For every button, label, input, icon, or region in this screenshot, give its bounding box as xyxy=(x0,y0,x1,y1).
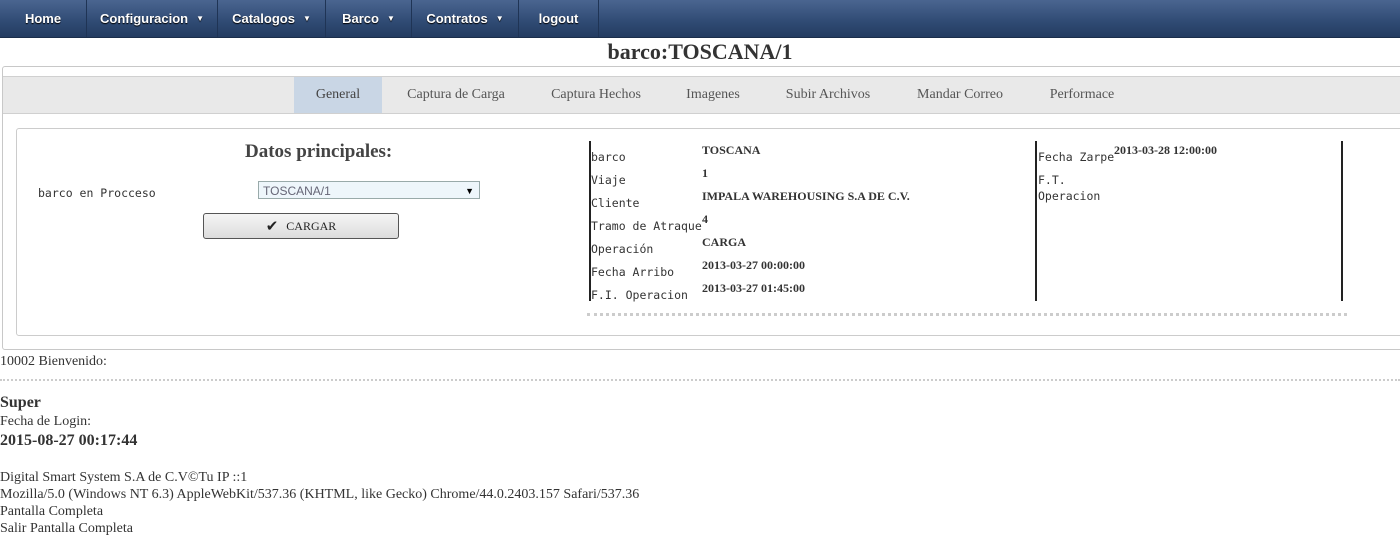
exit-fullscreen-link[interactable]: Salir Pantalla Completa xyxy=(0,521,133,537)
datos-principales-title: Datos principales: xyxy=(245,141,393,162)
barco-value: TOSCANA xyxy=(702,143,761,157)
barco-select-value: TOSCANA/1 xyxy=(263,184,331,198)
fecha-arribo-value: 2013-03-27 00:00:00 xyxy=(702,258,805,272)
tab-captura-hechos[interactable]: Captura Hechos xyxy=(539,77,653,113)
chevron-down-icon: ▼ xyxy=(495,14,504,23)
fecha-arribo-label: Fecha Arribo xyxy=(591,265,675,279)
fi-operacion-value: 2013-03-27 01:45:00 xyxy=(702,281,805,295)
nav-configuracion-label: Configuracion xyxy=(99,11,189,26)
nav-logout-label: logout xyxy=(538,11,579,26)
dotted-separator xyxy=(0,379,1400,381)
divider xyxy=(1341,141,1343,301)
tab-performace[interactable]: Performace xyxy=(1039,77,1125,113)
tab-bar: General Captura de Carga Captura Hechos … xyxy=(3,76,1400,114)
nav-configuracion[interactable]: Configuracion ▼ xyxy=(87,0,218,37)
fullscreen-link[interactable]: Pantalla Completa xyxy=(0,504,103,520)
top-navbar: Home Configuracion ▼ Catalogos ▼ Barco ▼… xyxy=(0,0,1400,38)
login-date: 2015-08-27 00:17:44 xyxy=(0,432,138,449)
dropdown-arrow-icon: ▼ xyxy=(465,186,474,196)
operacion-value: CARGA xyxy=(702,235,746,249)
check-icon: ✔ xyxy=(265,217,279,235)
general-content: Datos principales: barco en Procceso TOS… xyxy=(16,128,1400,336)
company-text: Digital Smart System S.A de C.V©Tu IP ::… xyxy=(0,470,248,485)
cliente-value: IMPALA WAREHOUSING S.A DE C.V. xyxy=(702,189,910,203)
divider xyxy=(1035,141,1037,301)
barco-select-label: barco en Procceso xyxy=(38,186,156,200)
cliente-label: Cliente xyxy=(591,196,640,210)
chevron-down-icon: ▼ xyxy=(386,14,395,23)
tab-captura-de-carga[interactable]: Captura de Carga xyxy=(394,77,518,113)
ft-operacion-label: Operacion xyxy=(1038,189,1101,203)
viaje-value: 1 xyxy=(702,166,708,180)
fi-operacion-label: F.I. Operacion xyxy=(591,288,688,302)
page-title: barco:TOSCANA/1 xyxy=(607,39,793,64)
tab-subir-archivos[interactable]: Subir Archivos xyxy=(775,77,881,113)
fecha-zarpe-value: 2013-03-28 12:00:00 xyxy=(1114,143,1217,157)
nav-contratos[interactable]: Contratos ▼ xyxy=(412,0,519,37)
nav-catalogos-label: Catalogos xyxy=(232,11,295,26)
nav-barco[interactable]: Barco ▼ xyxy=(326,0,412,37)
nav-catalogos[interactable]: Catalogos ▼ xyxy=(218,0,326,37)
barco-select[interactable]: TOSCANA/1 ▼ xyxy=(258,181,480,199)
fecha-zarpe-label: Fecha Zarpe xyxy=(1038,150,1115,164)
tramo-label: Tramo de Atraque xyxy=(591,219,702,233)
nav-barco-label: Barco xyxy=(342,11,379,26)
tab-general[interactable]: General xyxy=(294,77,382,113)
chevron-down-icon: ▼ xyxy=(302,14,311,23)
ft-label: F.T. xyxy=(1038,173,1066,187)
tab-mandar-correo[interactable]: Mandar Correo xyxy=(907,77,1013,113)
nav-home-label: Home xyxy=(24,11,62,26)
viaje-label: Viaje xyxy=(591,173,626,187)
nav-home[interactable]: Home xyxy=(0,0,87,37)
chevron-down-icon: ▼ xyxy=(196,14,205,23)
dotted-separator xyxy=(587,313,1347,316)
tab-panel: General Captura de Carga Captura Hechos … xyxy=(2,66,1400,350)
nav-logout[interactable]: logout xyxy=(519,0,599,37)
operacion-label: Operación xyxy=(591,242,654,256)
welcome-text: 10002 Bienvenido: xyxy=(0,354,107,369)
user-name: Super xyxy=(0,394,41,411)
login-label: Fecha de Login: xyxy=(0,414,91,429)
cargar-button[interactable]: ✔ CARGAR xyxy=(203,213,399,239)
tab-imagenes[interactable]: Imagenes xyxy=(675,77,751,113)
tramo-value: 4 xyxy=(702,212,708,226)
barco-label: barco xyxy=(591,150,626,164)
cargar-button-label: CARGAR xyxy=(286,218,337,233)
nav-contratos-label: Contratos xyxy=(426,11,488,26)
user-agent-text: Mozilla/5.0 (Windows NT 6.3) AppleWebKit… xyxy=(0,487,640,502)
